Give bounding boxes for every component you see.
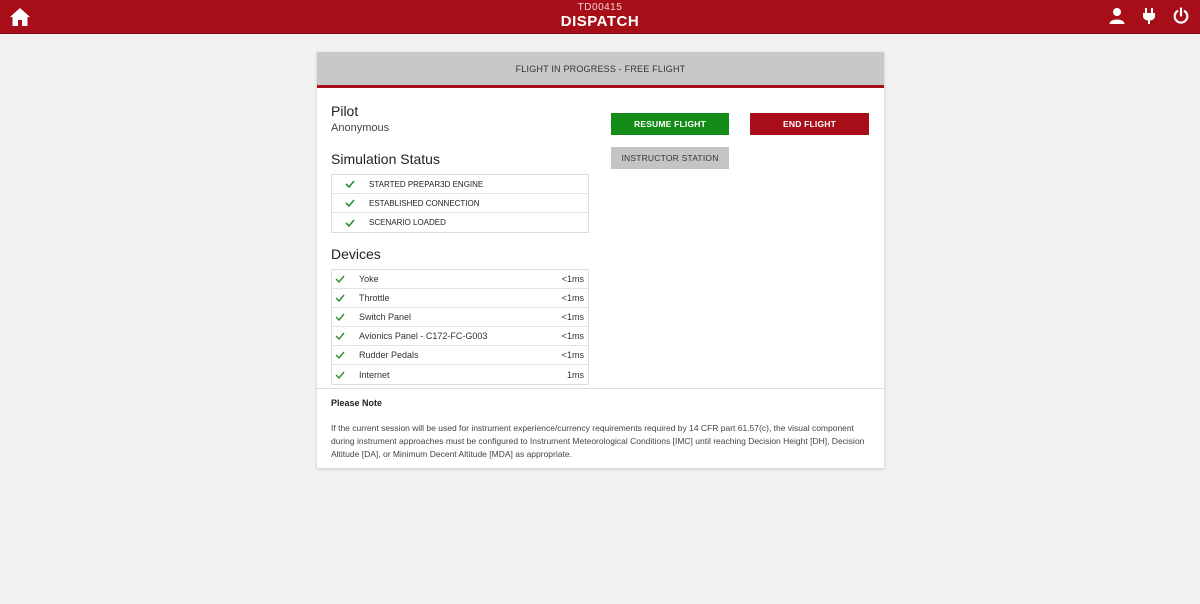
note-title: Please Note (331, 398, 383, 408)
device-latency: <1ms (561, 293, 584, 303)
instructor-station-button[interactable]: INSTRUCTOR STATION (611, 147, 729, 169)
status-item: STARTED PREPAR3D ENGINE (332, 175, 588, 194)
user-icon[interactable] (1108, 7, 1126, 25)
page-title: DISPATCH (560, 13, 640, 30)
status-item: ESTABLISHED CONNECTION (332, 194, 588, 213)
pilot-name: Anonymous (331, 122, 390, 134)
device-latency: <1ms (561, 350, 584, 360)
devices-title: Devices (331, 246, 381, 262)
device-row: Rudder Pedals <1ms (332, 346, 588, 365)
note-text: If the current session will be used for … (331, 423, 865, 459)
dispatch-card: FLIGHT IN PROGRESS - FREE FLIGHT Pilot A… (317, 52, 884, 468)
station-code: TD00415 (577, 2, 623, 13)
device-name: Switch Panel (359, 312, 412, 322)
end-flight-button[interactable]: END FLIGHT (750, 113, 869, 135)
top-bar: TD00415 DISPATCH (0, 0, 1200, 34)
check-icon (345, 199, 359, 207)
devices-list: Yoke <1ms Throttle <1ms Switch Panel <1m… (331, 269, 589, 385)
device-name: Internet (359, 369, 390, 380)
device-latency: <1ms (561, 331, 584, 341)
check-icon (335, 332, 347, 340)
check-icon (335, 294, 347, 302)
device-row: Internet 1ms (332, 365, 588, 384)
check-icon (345, 218, 359, 227)
plug-icon[interactable] (1140, 7, 1158, 25)
status-item: SCENARIO LOADED (332, 213, 588, 232)
device-name: Avionics Panel - C172-FC-G003 (359, 331, 488, 341)
device-latency: <1ms (561, 312, 584, 322)
device-latency: <1ms (561, 274, 584, 284)
top-actions (1108, 7, 1190, 25)
check-icon (335, 351, 347, 359)
status-label: ESTABLISHED CONNECTION (369, 198, 480, 208)
status-label: SCENARIO LOADED (369, 218, 446, 227)
simulation-status-title: Simulation Status (331, 151, 440, 167)
device-row: Yoke <1ms (332, 270, 588, 289)
device-name: Throttle (359, 293, 390, 303)
device-name: Yoke (359, 274, 379, 284)
device-latency: 1ms (566, 369, 584, 380)
device-row: Throttle <1ms (332, 289, 588, 308)
resume-flight-button[interactable]: RESUME FLIGHT (611, 113, 729, 135)
flight-status-header: FLIGHT IN PROGRESS - FREE FLIGHT (317, 52, 884, 88)
status-label: STARTED PREPAR3D ENGINE (369, 179, 484, 189)
device-name: Rudder Pedals (359, 350, 419, 360)
please-note-section: Please Note If the current session will … (317, 388, 884, 468)
power-icon[interactable] (1172, 7, 1190, 25)
simulation-status-list: STARTED PREPAR3D ENGINE ESTABLISHED CONN… (331, 174, 589, 233)
device-row: Switch Panel <1ms (332, 308, 588, 327)
pilot-title: Pilot (331, 103, 359, 119)
app-title: TD00415 DISPATCH (0, 0, 1200, 31)
check-icon (345, 180, 359, 188)
device-row: Avionics Panel - C172-FC-G003 <1ms (332, 327, 588, 346)
check-icon (335, 371, 347, 379)
status-column: Pilot Anonymous Simulation Status STARTE… (331, 102, 589, 385)
check-icon (335, 275, 347, 283)
check-icon (335, 313, 347, 321)
